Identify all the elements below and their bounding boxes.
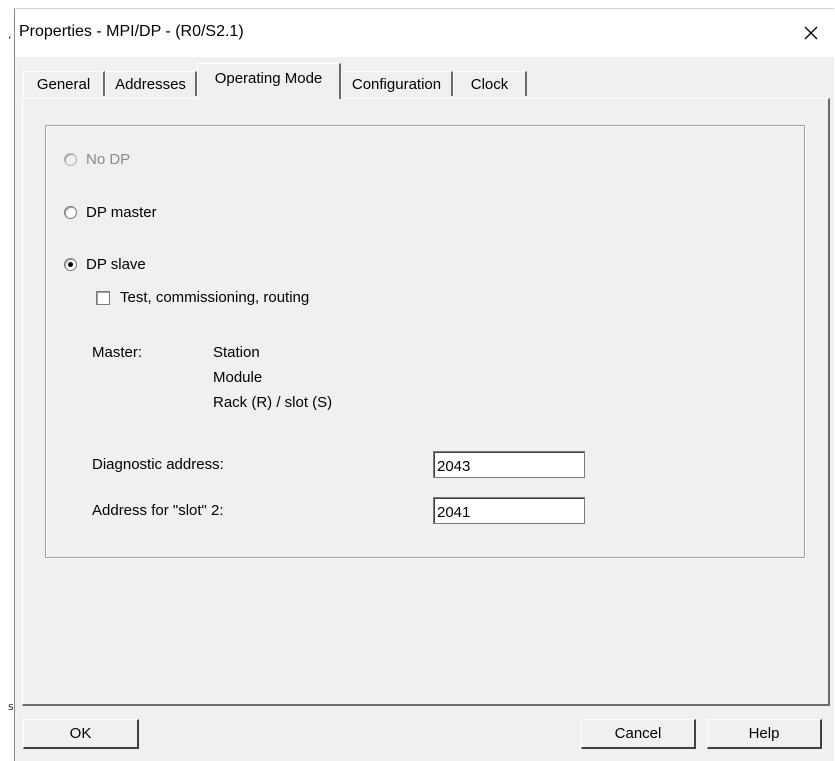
tab-strip: General Addresses Operating Mode Configu… [15, 57, 834, 99]
dp-master-option[interactable]: DP master [64, 204, 157, 221]
operating-mode-group: No DP DP master DP slave Test, commissio… [45, 125, 805, 558]
dp-master-radio[interactable] [64, 206, 77, 219]
title-bar[interactable]: Properties - MPI/DP - (R0/S2.1) [15, 9, 834, 57]
master-station: Station [213, 344, 260, 361]
close-button[interactable] [788, 9, 834, 57]
operating-mode-page: No DP DP master DP slave Test, commissio… [22, 98, 830, 706]
ok-button[interactable]: OK [23, 719, 139, 749]
dp-master-label[interactable]: DP master [86, 204, 157, 221]
tab-configuration[interactable]: Configuration [341, 71, 453, 96]
diagnostic-address-label: Diagnostic address: [92, 456, 224, 473]
no-dp-option: No DP [64, 151, 130, 168]
dp-slave-option[interactable]: DP slave [64, 256, 146, 273]
master-module: Module [213, 369, 263, 386]
background-window: , s [0, 0, 14, 761]
properties-dialog: Properties - MPI/DP - (R0/S2.1) General … [14, 8, 834, 761]
cancel-button[interactable]: Cancel [581, 719, 696, 749]
tab-clock[interactable]: Clock [453, 71, 527, 96]
backdrop-mark-bottom: s [8, 700, 14, 713]
backdrop-mark-top: , [8, 28, 12, 41]
dp-slave-radio[interactable] [64, 258, 77, 271]
test-commissioning-label[interactable]: Test, commissioning, routing [120, 289, 309, 306]
tab-addresses[interactable]: Addresses [105, 71, 197, 96]
master-label: Master: [92, 344, 143, 361]
no-dp-radio [64, 153, 77, 166]
slot2-address-label: Address for "slot" 2: [92, 502, 224, 519]
tab-operating-mode[interactable]: Operating Mode [197, 63, 341, 99]
diagnostic-address-field[interactable]: 2043 [433, 451, 585, 478]
slot2-address-field[interactable]: 2041 [433, 497, 585, 524]
master-rack-slot: Rack (R) / slot (S) [213, 394, 333, 411]
close-icon [804, 26, 818, 40]
window-title: Properties - MPI/DP - (R0/S2.1) [19, 23, 244, 40]
test-commissioning-checkbox[interactable] [96, 290, 110, 305]
tab-general[interactable]: General [23, 71, 105, 96]
dp-slave-label[interactable]: DP slave [86, 256, 146, 273]
no-dp-label: No DP [86, 151, 131, 168]
help-button[interactable]: Help [707, 719, 822, 749]
test-commissioning-option[interactable]: Test, commissioning, routing [96, 289, 309, 306]
